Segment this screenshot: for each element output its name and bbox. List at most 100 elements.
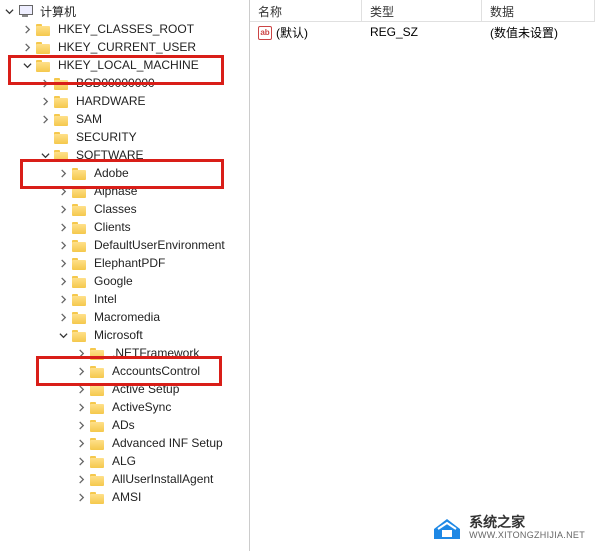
folder-icon (36, 40, 52, 54)
folder-icon (54, 76, 70, 90)
tree-item[interactable]: ActiveSync (2, 398, 249, 416)
tree-item-label: SECURITY (74, 130, 139, 144)
tree-item-label: Microsoft (92, 328, 145, 342)
chevron-right-icon[interactable] (56, 256, 70, 270)
tree-item[interactable]: AMSI (2, 488, 249, 506)
tree-item[interactable]: AccountsControl (2, 362, 249, 380)
tree-item[interactable]: SECURITY (2, 128, 249, 146)
chevron-right-icon[interactable] (74, 490, 88, 504)
tree-item-label: BCD00000000 (74, 76, 157, 90)
tree-item[interactable]: BCD00000000 (2, 74, 249, 92)
tree-item[interactable]: 计算机 (2, 2, 249, 20)
list-header: 名称 类型 数据 (250, 0, 595, 22)
folder-icon (72, 256, 88, 270)
tree-item[interactable]: ADs (2, 416, 249, 434)
tree-item[interactable]: Classes (2, 200, 249, 218)
chevron-right-icon[interactable] (20, 22, 34, 36)
chevron-right-icon[interactable] (74, 418, 88, 432)
chevron-right-icon[interactable] (74, 364, 88, 378)
watermark: 系统之家 WWW.XITONGZHIJIA.NET (431, 515, 585, 541)
chevron-down-icon[interactable] (38, 148, 52, 162)
col-header-type[interactable]: 类型 (362, 0, 482, 21)
tree-item[interactable]: Microsoft (2, 326, 249, 344)
tree-item[interactable]: SOFTWARE (2, 146, 249, 164)
folder-icon (90, 382, 106, 396)
watermark-url: WWW.XITONGZHIJIA.NET (469, 531, 585, 541)
chevron-right-icon[interactable] (56, 202, 70, 216)
tree-item[interactable]: Clients (2, 218, 249, 236)
tree-item-label: SOFTWARE (74, 148, 146, 162)
tree-item-label: Alphase (92, 184, 139, 198)
tree-item-label: DefaultUserEnvironment (92, 238, 227, 252)
chevron-right-icon[interactable] (38, 76, 52, 90)
chevron-right-icon[interactable] (56, 184, 70, 198)
folder-icon (54, 94, 70, 108)
chevron-right-icon[interactable] (74, 346, 88, 360)
tree-item[interactable]: HARDWARE (2, 92, 249, 110)
chevron-down-icon[interactable] (56, 328, 70, 342)
tree-item[interactable]: Google (2, 272, 249, 290)
chevron-right-icon[interactable] (56, 166, 70, 180)
folder-icon (72, 184, 88, 198)
chevron-right-icon[interactable] (38, 94, 52, 108)
tree-item[interactable]: Alphase (2, 182, 249, 200)
list-row[interactable]: ab(默认)REG_SZ(数值未设置) (250, 22, 595, 42)
tree-item[interactable]: Adobe (2, 164, 249, 182)
chevron-right-icon[interactable] (56, 238, 70, 252)
folder-icon (72, 310, 88, 324)
col-header-name[interactable]: 名称 (250, 0, 362, 21)
tree-item-label: ADs (110, 418, 137, 432)
watermark-logo-icon (431, 515, 463, 541)
chevron-right-icon[interactable] (74, 382, 88, 396)
folder-icon (54, 130, 70, 144)
tree-item[interactable]: Macromedia (2, 308, 249, 326)
tree-item[interactable]: HKEY_CURRENT_USER (2, 38, 249, 56)
folder-icon (90, 364, 106, 378)
chevron-right-icon[interactable] (20, 40, 34, 54)
computer-icon (18, 4, 34, 18)
tree-item[interactable]: .NETFramework (2, 344, 249, 362)
chevron-right-icon[interactable] (56, 220, 70, 234)
tree-item[interactable]: DefaultUserEnvironment (2, 236, 249, 254)
chevron-right-icon[interactable] (74, 472, 88, 486)
folder-icon (72, 292, 88, 306)
folder-icon (72, 328, 88, 342)
tree-item-label: HARDWARE (74, 94, 148, 108)
folder-icon (36, 58, 52, 72)
folder-icon (90, 490, 106, 504)
chevron-right-icon[interactable] (38, 112, 52, 126)
tree-item-label: ALG (110, 454, 138, 468)
tree-item-label: AccountsControl (110, 364, 202, 378)
tree-item-label: HKEY_LOCAL_MACHINE (56, 58, 201, 72)
tree-item[interactable]: Intel (2, 290, 249, 308)
tree-item[interactable]: Active Setup (2, 380, 249, 398)
tree-item[interactable]: HKEY_LOCAL_MACHINE (2, 56, 249, 74)
tree-item-label: Clients (92, 220, 133, 234)
string-value-icon: ab (258, 26, 272, 40)
tree-item[interactable]: Advanced INF Setup (2, 434, 249, 452)
tree-item-label: Adobe (92, 166, 131, 180)
folder-icon (72, 238, 88, 252)
chevron-right-icon[interactable] (56, 292, 70, 306)
value-name: (默认) (276, 26, 308, 40)
chevron-right-icon[interactable] (74, 454, 88, 468)
tree-item[interactable]: HKEY_CLASSES_ROOT (2, 20, 249, 38)
chevron-right-icon[interactable] (56, 274, 70, 288)
chevron-down-icon[interactable] (20, 58, 34, 72)
tree-item[interactable]: AllUserInstallAgent (2, 470, 249, 488)
tree-item-label: ActiveSync (110, 400, 173, 414)
tree-item-label: Active Setup (110, 382, 181, 396)
folder-icon (54, 112, 70, 126)
folder-icon (90, 418, 106, 432)
folder-icon (90, 454, 106, 468)
chevron-right-icon[interactable] (56, 310, 70, 324)
chevron-right-icon[interactable] (74, 400, 88, 414)
col-header-data[interactable]: 数据 (482, 0, 595, 21)
tree-item[interactable]: ElephantPDF (2, 254, 249, 272)
tree-item[interactable]: ALG (2, 452, 249, 470)
tree-item[interactable]: SAM (2, 110, 249, 128)
chevron-down-icon[interactable] (2, 4, 16, 18)
chevron-right-icon[interactable] (74, 436, 88, 450)
tree-item-label: HKEY_CURRENT_USER (56, 40, 198, 54)
folder-icon (36, 22, 52, 36)
